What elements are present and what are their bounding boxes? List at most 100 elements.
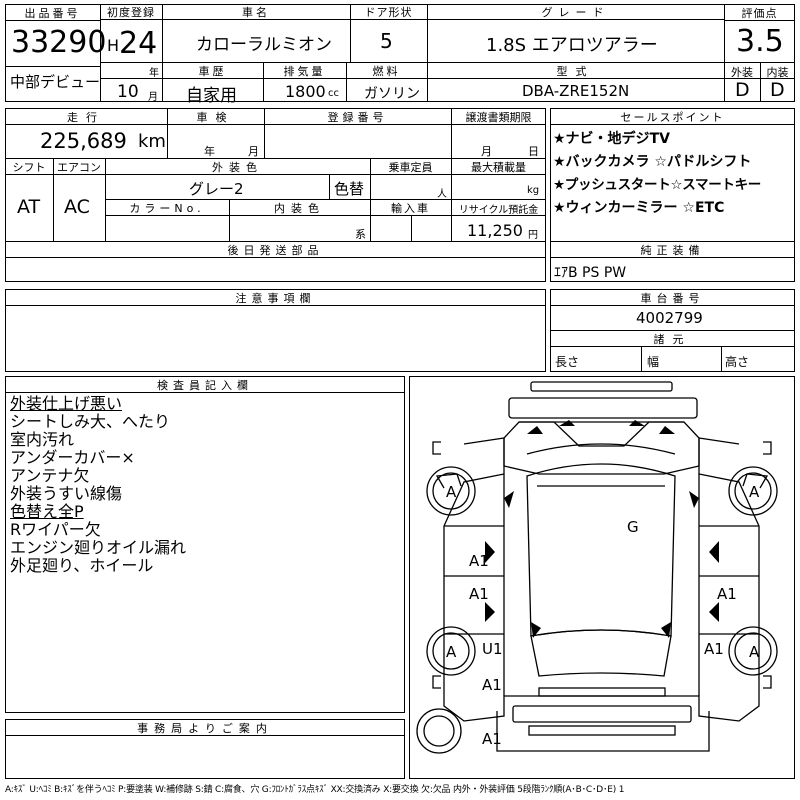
office-label: 事務局よりご案内: [137, 722, 273, 735]
model-label: 型式: [556, 65, 595, 78]
sales-point: ★ナビ・地デジTV: [553, 131, 670, 147]
lot-no-label: 出品番号: [24, 7, 81, 20]
int-score-label: 内装: [766, 66, 789, 79]
transfer-day-unit: 日: [528, 145, 539, 158]
displacement-value: 1800: [285, 82, 326, 101]
lot-no-value: 33290: [11, 25, 107, 60]
doors-value: 5: [380, 29, 393, 53]
first-reg-label: 初度登録: [107, 6, 155, 19]
repaint-value: 色替: [334, 180, 365, 198]
recycle-unit: 円: [528, 230, 538, 241]
history-label: 車歴: [198, 65, 227, 78]
quarter-l-mark: A1: [482, 676, 502, 694]
notes-label: 注意事項欄: [235, 292, 316, 305]
transfer-month-unit: 月: [481, 145, 492, 158]
inspector-line: 外装うすい線傷: [10, 484, 123, 503]
doors-label: ドア形状: [364, 6, 413, 19]
capacity-label: 乗車定員: [388, 161, 433, 174]
chassis-value: 4002799: [636, 309, 703, 327]
spare-mark: A1: [482, 730, 502, 748]
recycle-value: 11,250: [467, 221, 523, 240]
chassis-label: 車台番号: [640, 292, 705, 305]
first-reg-year-unit: 年: [149, 68, 159, 79]
shaken-label: 車検: [196, 111, 235, 124]
score-value: 3.5: [736, 24, 784, 59]
car-name-label: 車名: [242, 6, 270, 19]
lot-no-sub: 中部デビュー: [10, 73, 101, 91]
grade-label: グレード: [541, 6, 610, 19]
int-color-unit: 系: [355, 228, 366, 241]
first-reg-month-unit: 月: [148, 92, 158, 103]
int-color-label: 内装色: [274, 202, 325, 215]
sales-point: ★ウィンカーミラー ☆ETC: [553, 200, 725, 216]
dims-label: 諸元: [653, 333, 692, 346]
displacement-label: 排気量: [283, 65, 326, 78]
inspector-line: 外装仕上げ悪い: [10, 394, 123, 413]
fuel-value: ガソリン: [364, 86, 420, 102]
door-fl-mark: A1: [469, 552, 489, 570]
wheel-fl-mark: A: [446, 483, 457, 501]
fender-rr-mark: A1: [704, 640, 724, 658]
capacity-unit: 人: [437, 189, 447, 200]
aircon-label: エアコン: [57, 161, 101, 174]
equipment-value: ｴｱB PS PW: [554, 265, 627, 281]
inspector-line: Rワイパー欠: [10, 520, 101, 539]
history-value: 自家用: [186, 86, 237, 106]
first-reg-era: H: [107, 36, 120, 55]
import-label: 輸入車: [391, 202, 430, 215]
equipment-label: 純正装備: [640, 244, 705, 257]
ext-score-label: 外装: [731, 66, 753, 79]
legend-text: A:ｷｽﾞ U:ﾍｺﾐ B:ｷｽﾞを伴うﾍｺﾐ P:要塗装 W:補修跡 S:錆 …: [5, 785, 625, 795]
transfer-label: 譲渡書類期限: [465, 111, 532, 124]
later-parts-label: 後日発送部品: [227, 244, 324, 257]
door-rr-mark: A1: [717, 585, 737, 603]
roof-mark: G: [627, 518, 639, 536]
mileage-unit: km: [138, 131, 166, 152]
reg-no-label: 登録番号: [327, 111, 388, 124]
inspector-line: 色替え全P: [10, 502, 84, 521]
model-value: DBA-ZRE152N: [522, 82, 630, 100]
inspector-line: 室内汚れ: [10, 430, 75, 449]
first-reg-year: 24: [119, 26, 158, 61]
shaken-year-unit: 年: [204, 145, 215, 158]
mileage-label: 走行: [67, 111, 105, 124]
sill-l-mark: U1: [482, 640, 503, 658]
car-name-value: カローラルミオン: [196, 35, 332, 55]
grade-value: 1.8S エアロツアラー: [486, 35, 658, 56]
inspector-line: 外足廻り、ホイール: [10, 556, 154, 575]
height-label: 高さ: [725, 355, 750, 369]
ext-color-value: グレー2: [189, 180, 244, 198]
wheel-rr-mark: A: [749, 643, 760, 661]
max-load-unit: kg: [527, 185, 540, 196]
ext-score-value: D: [735, 79, 750, 101]
length-label: 長さ: [555, 355, 580, 369]
wheel-rl-mark: A: [446, 643, 457, 661]
score-label: 評価点: [741, 7, 778, 20]
inspector-line: アンダーカバー×: [10, 448, 135, 467]
sales-point: ★バックカメラ ☆パドルシフト: [553, 154, 752, 170]
car-diagram: A A A A G A1 A1 A1 U1 A1 A1 A1: [416, 381, 778, 754]
fuel-label: 燃料: [372, 65, 401, 78]
displacement-unit: cc: [328, 88, 339, 99]
width-label: 幅: [647, 355, 660, 369]
color-no-label: カラーNo.: [129, 202, 205, 215]
inspector-label: 検査員記入欄: [157, 379, 253, 392]
ext-color-label: 外装色: [212, 161, 263, 174]
first-reg-month: 10: [117, 82, 139, 102]
sales-points-label: セールスポイント: [620, 111, 725, 124]
recycle-label: リサイクル預託金: [458, 205, 539, 216]
wheel-fr-mark: A: [749, 483, 760, 501]
mileage-value: 225,689: [40, 129, 127, 153]
shift-label: シフト: [12, 161, 46, 174]
aircon-value: AC: [64, 196, 90, 218]
sales-points-list: ★ナビ・地デジTV ★バックカメラ ☆パドルシフト ★プッシュスタート☆スマート…: [553, 128, 793, 220]
door-rl-mark: A1: [469, 585, 489, 603]
inspector-line: アンテナ欠: [10, 466, 90, 485]
shaken-month-unit: 月: [248, 145, 259, 158]
inspector-line: エンジン廻りオイル漏れ: [10, 538, 187, 557]
sales-point: ★プッシュスタート☆スマートキー: [553, 177, 761, 193]
shift-value: AT: [17, 196, 41, 218]
int-score-value: D: [770, 79, 785, 101]
max-load-label: 最大積載量: [471, 161, 526, 174]
inspector-line: シートしみ大、へたり: [10, 412, 171, 431]
